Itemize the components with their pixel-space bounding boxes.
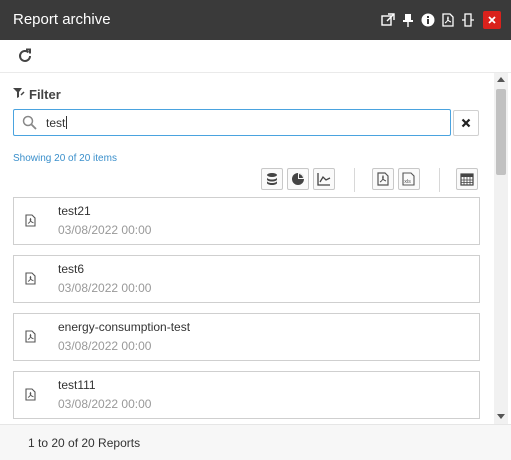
- toolbar: [0, 40, 511, 72]
- report-date: 03/08/2022 00:00: [58, 281, 152, 295]
- report-date: 03/08/2022 00:00: [58, 339, 152, 353]
- pagination-footer: 1 to 20 of 20 Reports: [0, 424, 511, 460]
- scroll-up-icon[interactable]: [497, 77, 505, 82]
- item-count-status: Showing 20 of 20 items: [13, 153, 117, 164]
- pdf-export-icon[interactable]: [372, 168, 394, 190]
- text-caret: [66, 116, 68, 129]
- pdf-file-icon: [25, 272, 36, 290]
- pin-icon[interactable]: [400, 11, 416, 29]
- filter-heading: Filter: [13, 87, 61, 102]
- filter-label: Filter: [29, 87, 61, 102]
- close-icon: [461, 118, 471, 128]
- vertical-scrollbar[interactable]: [494, 73, 508, 424]
- pie-chart-icon[interactable]: [287, 168, 309, 190]
- scroll-down-icon[interactable]: [497, 414, 505, 419]
- pdf-file-icon: [25, 388, 36, 406]
- pdf-file-icon: [25, 330, 36, 348]
- info-icon[interactable]: [420, 11, 436, 29]
- calendar-icon[interactable]: [456, 168, 478, 190]
- window-title: Report archive: [13, 11, 111, 28]
- report-archive-window: Report archive Filter test Showing 20 of…: [0, 0, 511, 460]
- database-icon[interactable]: [261, 168, 283, 190]
- title-bar-actions: [380, 10, 501, 30]
- filter-icon: [13, 87, 26, 102]
- list-item[interactable]: test21 03/08/2022 00:00: [13, 197, 480, 245]
- report-date: 03/08/2022 00:00: [58, 397, 152, 411]
- svg-text:xls: xls: [404, 179, 411, 185]
- resize-icon[interactable]: [460, 11, 476, 29]
- report-date: 03/08/2022 00:00: [58, 223, 152, 237]
- pdf-icon[interactable]: [440, 11, 456, 29]
- pdf-file-icon: [25, 214, 36, 232]
- toolbar-divider: [354, 168, 355, 192]
- xls-export-icon[interactable]: xls: [398, 168, 420, 190]
- report-list-panel: Filter test Showing 20 of 20 items xls t…: [0, 72, 511, 424]
- search-value: test: [46, 116, 66, 130]
- refresh-icon[interactable]: [16, 47, 34, 65]
- clear-filter-button[interactable]: [453, 110, 479, 136]
- search-input[interactable]: test: [13, 109, 451, 136]
- toolbar-divider: [439, 168, 440, 192]
- search-icon: [22, 115, 37, 135]
- report-name: energy-consumption-test: [58, 320, 191, 334]
- list-item[interactable]: test6 03/08/2022 00:00: [13, 255, 480, 303]
- action-button-row: xls: [0, 168, 511, 192]
- pagination-summary: 1 to 20 of 20 Reports: [28, 436, 141, 450]
- report-name: test6: [58, 262, 85, 276]
- line-chart-icon[interactable]: [313, 168, 335, 190]
- list-item[interactable]: energy-consumption-test 03/08/2022 00:00: [13, 313, 480, 361]
- report-name: test21: [58, 204, 91, 218]
- scrollbar-thumb[interactable]: [496, 89, 506, 175]
- report-name: test111: [58, 378, 96, 392]
- title-bar: Report archive: [0, 0, 511, 40]
- close-icon[interactable]: [483, 11, 501, 29]
- list-item[interactable]: test111 03/08/2022 00:00: [13, 371, 480, 419]
- popout-icon[interactable]: [380, 11, 396, 29]
